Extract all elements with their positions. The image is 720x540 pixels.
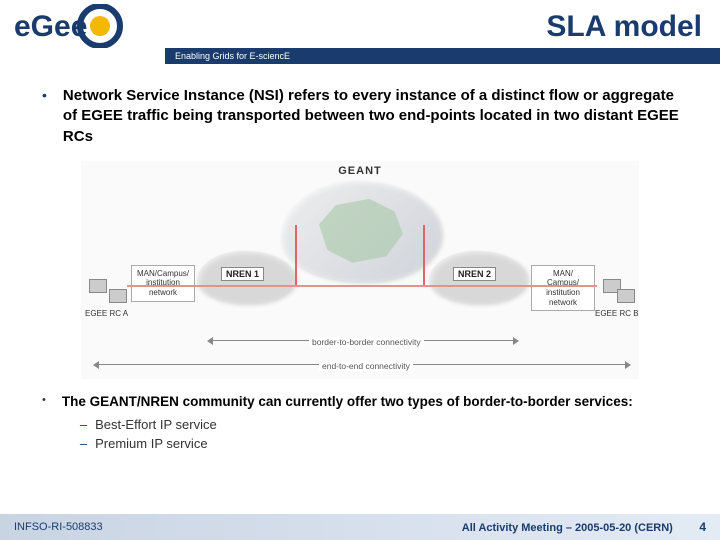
svg-text:eGee: eGee bbox=[14, 10, 87, 43]
footer-right: All Activity Meeting – 2005-05-20 (CERN) bbox=[462, 522, 673, 534]
network-diagram: GEANT NREN 1 NREN 2 MAN/Campus/ institut… bbox=[81, 161, 639, 379]
slide-title: SLA model bbox=[546, 10, 702, 44]
border-conn-label: border-to-border connectivity bbox=[309, 337, 424, 347]
computer-icon bbox=[89, 279, 107, 293]
bullet-1-text: Network Service Instance (NSI) refers to… bbox=[63, 86, 688, 147]
dash-icon: – bbox=[80, 417, 87, 432]
header-band: Enabling Grids for E-sciencE bbox=[165, 48, 720, 64]
conn-line bbox=[295, 225, 297, 285]
bullet-2-wrap: The GEANT/NREN community can currently o… bbox=[62, 393, 688, 454]
bullet-dot-icon: • bbox=[42, 393, 46, 454]
slide-header: eGee SLA model Enabling Grids for E-scie… bbox=[0, 0, 720, 62]
man-b-box: MAN/ Campus/ institution network bbox=[531, 265, 595, 311]
slide-content: • Network Service Instance (NSI) refers … bbox=[0, 62, 720, 454]
nren2-label: NREN 2 bbox=[453, 267, 496, 281]
bullet-1: • Network Service Instance (NSI) refers … bbox=[32, 86, 688, 147]
page-number: 4 bbox=[699, 520, 706, 534]
nren1-label: NREN 1 bbox=[221, 267, 264, 281]
sub-item-1-text: Best-Effort IP service bbox=[95, 417, 217, 432]
bullet-2: • The GEANT/NREN community can currently… bbox=[32, 393, 688, 454]
rc-a-label: EGEE RC A bbox=[85, 309, 128, 318]
bullet-2-text: The GEANT/NREN community can currently o… bbox=[62, 394, 633, 409]
sub-item-2-text: Premium IP service bbox=[95, 436, 207, 451]
conn-line bbox=[127, 285, 597, 287]
computer-icon bbox=[109, 289, 127, 303]
slide-footer: INFSO-RI-508833 All Activity Meeting – 2… bbox=[0, 514, 720, 540]
bullet-dot-icon: • bbox=[42, 86, 47, 147]
sub-item-1: –Best-Effort IP service bbox=[80, 415, 688, 435]
egee-logo: eGee bbox=[12, 4, 152, 48]
sub-item-2: –Premium IP service bbox=[80, 434, 688, 454]
man-a-box: MAN/Campus/ institution network bbox=[131, 265, 195, 302]
rc-b-label: EGEE RC B bbox=[595, 309, 639, 318]
geant-label: GEANT bbox=[338, 165, 382, 177]
footer-left: INFSO-RI-508833 bbox=[14, 521, 103, 533]
conn-line bbox=[423, 225, 425, 285]
tagline: Enabling Grids for E-sciencE bbox=[175, 51, 290, 61]
end-conn-label: end-to-end connectivity bbox=[319, 361, 413, 371]
sub-list: –Best-Effort IP service –Premium IP serv… bbox=[80, 415, 688, 454]
dash-icon: – bbox=[80, 436, 87, 451]
computer-icon bbox=[617, 289, 635, 303]
